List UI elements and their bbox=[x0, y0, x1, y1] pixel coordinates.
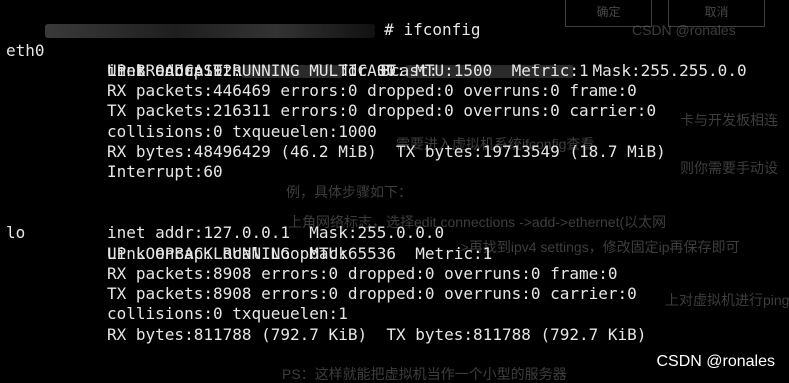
lo-collisions: collisions:0 txqueuelen:1 bbox=[107, 304, 348, 324]
eth0-bytes: RX bytes:48496429 (46.2 MiB) TX bytes:19… bbox=[107, 142, 666, 162]
lo-inet-addr: inet addr:127.0.0.1 Mask:255.0.0.0 bbox=[107, 223, 445, 243]
eth0-line-7: Interrupt:60 bbox=[6, 162, 789, 182]
csdn-watermark: CSDN @ronales bbox=[656, 353, 776, 370]
eth0-line-5: collisions:0 txqueuelen:1000 bbox=[6, 122, 789, 142]
lo-line-4: TX packets:8908 errors:0 dropped:0 overr… bbox=[6, 284, 789, 304]
eth0-rx-packets: RX packets:446469 errors:0 dropped:0 ove… bbox=[107, 81, 637, 101]
lo-flags: UP LOOPBACK RUNNING MTU:65536 Metric:1 bbox=[107, 243, 493, 263]
prompt-line: # ifconfig bbox=[6, 0, 789, 39]
lo-line-3: RX packets:8908 errors:0 dropped:0 overr… bbox=[6, 264, 789, 284]
lo-line-1: inet addr:127.0.0.1 Mask:255.0.0.0 bbox=[6, 223, 789, 243]
lo-tx-packets: TX packets:8908 errors:0 dropped:0 overr… bbox=[107, 284, 637, 304]
eth0-interrupt: Interrupt:60 bbox=[107, 162, 223, 182]
eth0-line-4: TX packets:216311 errors:0 dropped:0 ove… bbox=[6, 101, 789, 121]
eth0-flags: UP BROADCAST RUNNING MULTICAST MTU:1500 … bbox=[107, 60, 589, 80]
eth0-line-6: RX bytes:48496429 (46.2 MiB) TX bytes:19… bbox=[6, 142, 789, 162]
lo-bytes: RX bytes:811788 (792.7 KiB) TX bytes:811… bbox=[107, 324, 647, 344]
eth0-tx-packets: TX packets:216311 errors:0 dropped:0 ove… bbox=[107, 101, 657, 121]
eth0-line-2: UP BROADCAST RUNNING MULTICAST MTU:1500 … bbox=[6, 61, 789, 81]
terminal-output[interactable]: # ifconfig eth0 Link encap:Ethernet HWad… bbox=[6, 0, 789, 383]
lo-line-5: collisions:0 txqueuelen:1 bbox=[6, 304, 789, 324]
eth0-line-3: RX packets:446469 errors:0 dropped:0 ove… bbox=[6, 81, 789, 101]
eth0-line-0: eth0 Link encap:Ethernet HWaddr 00:.B bbox=[6, 20, 789, 80]
lo-line-2: UP LOOPBACK RUNNING MTU:65536 Metric:1 bbox=[6, 244, 789, 264]
lo-rx-packets: RX packets:8908 errors:0 dropped:0 overr… bbox=[107, 263, 618, 283]
eth0-line-1: inet addr:192. Bcast: Mask:255.255.0.0 bbox=[6, 41, 789, 80]
lo-line-0: lo Link encap:Local Loopback bbox=[6, 203, 789, 262]
lo-line-6: RX bytes:811788 (792.7 KiB) TX bytes:811… bbox=[6, 325, 789, 345]
eth0-collisions: collisions:0 txqueuelen:1000 bbox=[107, 121, 377, 141]
